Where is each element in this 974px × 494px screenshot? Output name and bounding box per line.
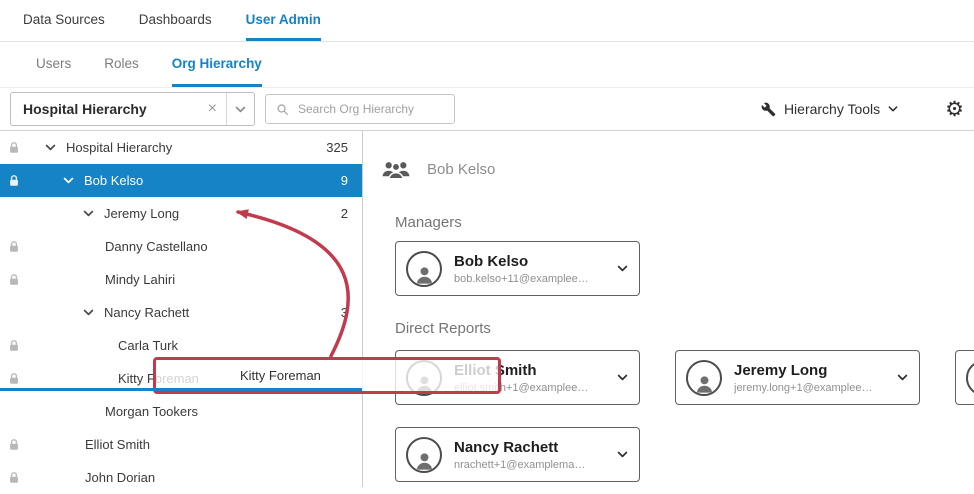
tree-row-count: 325 <box>326 140 362 155</box>
person-name: Nancy Rachett <box>454 439 610 456</box>
tree-row-hospital-hierarchy[interactable]: Hospital Hierarchy 325 <box>0 131 362 164</box>
lock-icon <box>8 438 20 451</box>
tree-row-label: Danny Castellano <box>105 239 208 254</box>
wrench-icon <box>761 102 776 117</box>
settings-gear-button[interactable]: ⚙ <box>945 99 964 120</box>
lock-icon <box>8 240 20 253</box>
person-name: Jeremy Long <box>734 362 890 379</box>
tree-row-label: Hospital Hierarchy <box>66 140 172 155</box>
person-email: bob.kelso+11@examplee… <box>454 273 610 285</box>
lock-icon <box>8 339 20 352</box>
avatar <box>406 437 442 473</box>
person-card-nancy-rachett[interactable]: Nancy Rachett nrachett+1@examplema… <box>395 427 640 482</box>
chevron-down-icon[interactable] <box>896 371 909 384</box>
detail-header: Bob Kelso <box>381 155 974 183</box>
hierarchy-tools-button[interactable]: Hierarchy Tools <box>761 101 899 117</box>
tree-row-label: John Dorian <box>85 470 155 485</box>
tree-row-label: Mindy Lahiri <box>105 272 175 287</box>
sub-nav-item-users[interactable]: Users <box>36 42 71 87</box>
top-nav: Data Sources Dashboards User Admin <box>0 0 974 42</box>
tree-row-nancy-rachett[interactable]: Nancy Rachett 3 <box>0 296 362 329</box>
top-nav-item-data-sources[interactable]: Data Sources <box>23 0 105 41</box>
direct-reports-cards-row-2: Nancy Rachett nrachett+1@examplema… <box>395 427 974 482</box>
detail-panel: Bob Kelso Managers Bob Kelso bob.kelso+1… <box>363 131 974 487</box>
lock-icon <box>8 174 20 187</box>
search-input[interactable] <box>296 101 454 117</box>
tree-row-elliot-smith[interactable]: Elliot Smith <box>0 428 362 461</box>
tree-row-label: Elliot Smith <box>85 437 150 452</box>
lock-icon <box>8 471 20 484</box>
main-content: Hospital Hierarchy 325 Bob Kelso 9 Jerem… <box>0 131 974 487</box>
drop-indicator-line <box>0 388 362 391</box>
drag-ghost-label: Kitty Foreman <box>240 368 321 383</box>
tree-row-jeremy-long[interactable]: Jeremy Long 2 <box>0 197 362 230</box>
tree-row-label: Jeremy Long <box>104 206 179 221</box>
lock-icon <box>8 141 20 154</box>
tree-row-morgan-tookers[interactable]: Morgan Tookers <box>0 395 362 428</box>
direct-reports-heading: Direct Reports <box>395 320 974 337</box>
tree-row-count: 2 <box>341 206 362 221</box>
person-icon <box>412 449 437 473</box>
org-hierarchy-toolbar: Hospital Hierarchy × Hierarchy Tools ⚙ <box>0 88 974 131</box>
tree-row-danny-castellano[interactable]: Danny Castellano <box>0 230 362 263</box>
person-card-partial[interactable] <box>955 350 974 405</box>
tree-row-bob-kelso[interactable]: Bob Kelso 9 <box>0 164 362 197</box>
search-icon <box>276 103 289 116</box>
sub-nav-item-org-hierarchy[interactable]: Org Hierarchy <box>172 42 262 87</box>
hierarchy-select-value: Hospital Hierarchy <box>11 101 199 117</box>
chevron-down-icon[interactable] <box>62 174 75 187</box>
chevron-down-icon[interactable] <box>227 103 254 116</box>
chevron-down-icon[interactable] <box>44 141 57 154</box>
top-nav-item-user-admin[interactable]: User Admin <box>246 0 321 41</box>
detail-title: Bob Kelso <box>427 161 495 178</box>
chevron-down-icon[interactable] <box>616 371 629 384</box>
clear-icon[interactable]: × <box>199 101 226 117</box>
avatar <box>406 251 442 287</box>
person-card-bob-kelso[interactable]: Bob Kelso bob.kelso+11@examplee… <box>395 241 640 296</box>
person-email: jeremy.long+1@examplee… <box>734 382 890 394</box>
hierarchy-select[interactable]: Hospital Hierarchy × <box>10 92 255 126</box>
tree-row-label: Bob Kelso <box>84 173 143 188</box>
chevron-down-icon <box>887 103 899 115</box>
org-tree: Hospital Hierarchy 325 Bob Kelso 9 Jerem… <box>0 131 363 487</box>
chevron-down-icon[interactable] <box>616 262 629 275</box>
person-card-jeremy-long[interactable]: Jeremy Long jeremy.long+1@examplee… <box>675 350 920 405</box>
avatar <box>686 360 722 396</box>
chevron-down-icon[interactable] <box>82 207 95 220</box>
managers-cards: Bob Kelso bob.kelso+11@examplee… <box>395 241 974 296</box>
group-icon <box>381 158 411 181</box>
managers-heading: Managers <box>395 214 974 231</box>
tree-row-john-dorian[interactable]: John Dorian <box>0 461 362 494</box>
top-nav-item-dashboards[interactable]: Dashboards <box>139 0 212 41</box>
avatar <box>966 360 974 396</box>
hierarchy-tools-label: Hierarchy Tools <box>784 101 880 117</box>
sub-nav-item-roles[interactable]: Roles <box>104 42 139 87</box>
chevron-down-icon[interactable] <box>616 448 629 461</box>
person-email: nrachett+1@examplema… <box>454 459 610 471</box>
tree-row-count: 9 <box>341 173 362 188</box>
sub-nav: Users Roles Org Hierarchy <box>0 42 974 88</box>
tree-row-label: Carla Turk <box>118 338 178 353</box>
tree-row-mindy-lahiri[interactable]: Mindy Lahiri <box>0 263 362 296</box>
tree-row-label: Morgan Tookers <box>105 404 198 419</box>
person-name: Bob Kelso <box>454 253 610 270</box>
org-search-box[interactable] <box>265 94 455 124</box>
person-icon <box>412 263 437 287</box>
lock-icon <box>8 372 20 385</box>
tree-row-label: Nancy Rachett <box>104 305 189 320</box>
lock-icon <box>8 273 20 286</box>
chevron-down-icon[interactable] <box>82 306 95 319</box>
tree-row-count: 3 <box>341 305 362 320</box>
person-icon <box>692 372 717 396</box>
